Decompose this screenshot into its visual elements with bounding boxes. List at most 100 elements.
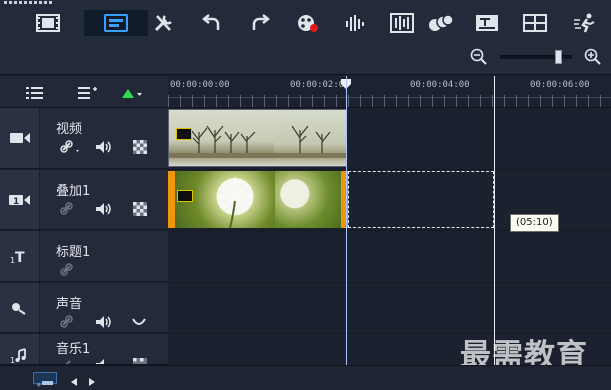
undo-button[interactable] <box>198 10 226 36</box>
zoom-slider-thumb[interactable] <box>555 50 562 64</box>
scroll-left-button[interactable] <box>70 372 78 390</box>
time-remap-icon <box>574 13 595 33</box>
motion-tracking-button[interactable] <box>426 10 456 36</box>
voice-track-icon <box>11 302 26 315</box>
track-mute-button[interactable] <box>94 315 114 329</box>
storyboard-view-button[interactable] <box>28 10 68 36</box>
add-track-button[interactable]: + <box>33 372 57 389</box>
track-mute-button[interactable] <box>94 140 114 154</box>
ripple-edit-button[interactable] <box>58 202 78 216</box>
ripple-edit-button[interactable] <box>58 263 78 277</box>
clip-trim-preview <box>348 171 494 228</box>
track-transparency-button[interactable] <box>132 140 148 154</box>
clip-badge-icon <box>177 190 193 202</box>
svg-text:T: T <box>15 250 25 264</box>
timeline-toolbar <box>0 0 611 75</box>
track-manager-icon <box>26 87 43 99</box>
title-track-icon: 1T <box>10 250 25 264</box>
checker-icon <box>133 202 147 216</box>
timeline-view-button[interactable] <box>84 10 148 36</box>
motion-tracking-icon <box>429 14 454 31</box>
tools-button[interactable] <box>148 10 180 36</box>
drag-handle[interactable] <box>4 1 52 4</box>
chapter-point-button[interactable] <box>78 85 98 104</box>
triangle-right-icon <box>89 378 95 386</box>
tree-image <box>274 125 346 158</box>
playhead-line[interactable] <box>346 76 347 365</box>
track-panel-controls <box>0 76 168 108</box>
multi-camera-button[interactable] <box>520 10 550 36</box>
voice-track-icon-box <box>0 283 40 332</box>
checker-icon <box>133 358 147 364</box>
track-name: 音乐1 <box>56 342 91 357</box>
track-transparency-button[interactable] <box>132 202 148 216</box>
link-icon <box>60 315 73 328</box>
track-header-title[interactable]: 1T 标题1 <box>0 231 168 282</box>
speaker-icon <box>96 359 104 364</box>
trim-position-line <box>494 76 495 365</box>
video-track-icon <box>9 133 30 143</box>
overlay-track-icon: 1 <box>8 194 30 207</box>
redo-icon <box>252 14 270 30</box>
triangle-left-icon <box>71 378 77 386</box>
link-icon <box>65 360 71 364</box>
checker-icon <box>133 140 147 154</box>
track-ducking-button[interactable] <box>130 315 148 329</box>
track-transparency-button[interactable] <box>132 358 148 364</box>
track-header-video[interactable]: 视频 <box>0 108 168 169</box>
link-icon <box>60 202 73 215</box>
auto-music-icon <box>390 13 414 33</box>
track-name: 声音 <box>56 297 83 312</box>
add-track-icon: + <box>36 381 53 389</box>
track-manager-button[interactable] <box>26 85 46 104</box>
show-all-tracks-button[interactable] <box>120 85 142 104</box>
timeline-ruler[interactable]: 00:00:00:00 00:00:02:00 00:00:04:00 00:0… <box>168 76 611 108</box>
music-track-icon-box: 1 <box>0 334 40 364</box>
undo-icon <box>202 14 220 30</box>
filmstrip-icon <box>36 14 60 32</box>
zoom-slider[interactable] <box>500 47 572 67</box>
show-all-icon <box>122 89 142 98</box>
video-clip[interactable] <box>168 109 347 167</box>
timeline-icon <box>104 14 128 32</box>
ruler-ticks <box>168 95 611 107</box>
ripple-edit-button[interactable] <box>58 315 78 329</box>
subtitle-icon <box>476 15 498 31</box>
svg-text:1: 1 <box>10 356 15 364</box>
zoom-out-icon <box>470 48 487 65</box>
ripple-edit-button[interactable] <box>58 140 84 154</box>
chapter-icon <box>78 87 97 99</box>
track-name: 标题1 <box>56 245 91 260</box>
record-icon <box>298 15 318 32</box>
ducking-icon <box>132 318 146 325</box>
timeline-tracks-area[interactable]: (05:10) <box>168 76 611 365</box>
clip-thumbnail <box>274 110 346 166</box>
ruler-tick-label: 00:00:04:00 <box>410 80 470 90</box>
redo-button[interactable] <box>246 10 274 36</box>
track-header-music[interactable]: 1 音乐1 <box>0 334 168 365</box>
duration-tooltip: (05:10) <box>510 214 559 232</box>
ripple-edit-button[interactable] <box>58 358 78 364</box>
sound-mixer-icon <box>346 15 364 31</box>
track-mute-button[interactable] <box>94 202 114 216</box>
track-header-voice[interactable]: 声音 <box>0 283 168 333</box>
scroll-right-button[interactable] <box>88 372 96 390</box>
overlay-clip[interactable] <box>168 171 348 228</box>
subtitle-editor-button[interactable] <box>472 10 502 36</box>
record-capture-button[interactable] <box>292 10 324 36</box>
zoom-in-button[interactable] <box>584 47 604 67</box>
auto-music-button[interactable] <box>386 10 418 36</box>
ruler-tick-label: 00:00:06:00 <box>530 80 590 90</box>
ruler-tick-label: 00:00:00:00 <box>170 80 230 90</box>
clip-badge-icon <box>176 128 192 140</box>
sound-mixer-button[interactable] <box>340 10 372 36</box>
speaker-icon <box>96 316 111 328</box>
timeline-status-bar: + <box>0 365 611 390</box>
clip-thumbnail <box>275 171 341 228</box>
track-header-overlay[interactable]: 1 叠加1 <box>0 170 168 230</box>
time-remapping-button[interactable] <box>570 10 600 36</box>
track-mute-button[interactable] <box>94 358 114 364</box>
link-icon <box>60 263 73 276</box>
zoom-out-button[interactable] <box>470 47 490 67</box>
multi-camera-icon <box>523 14 547 32</box>
